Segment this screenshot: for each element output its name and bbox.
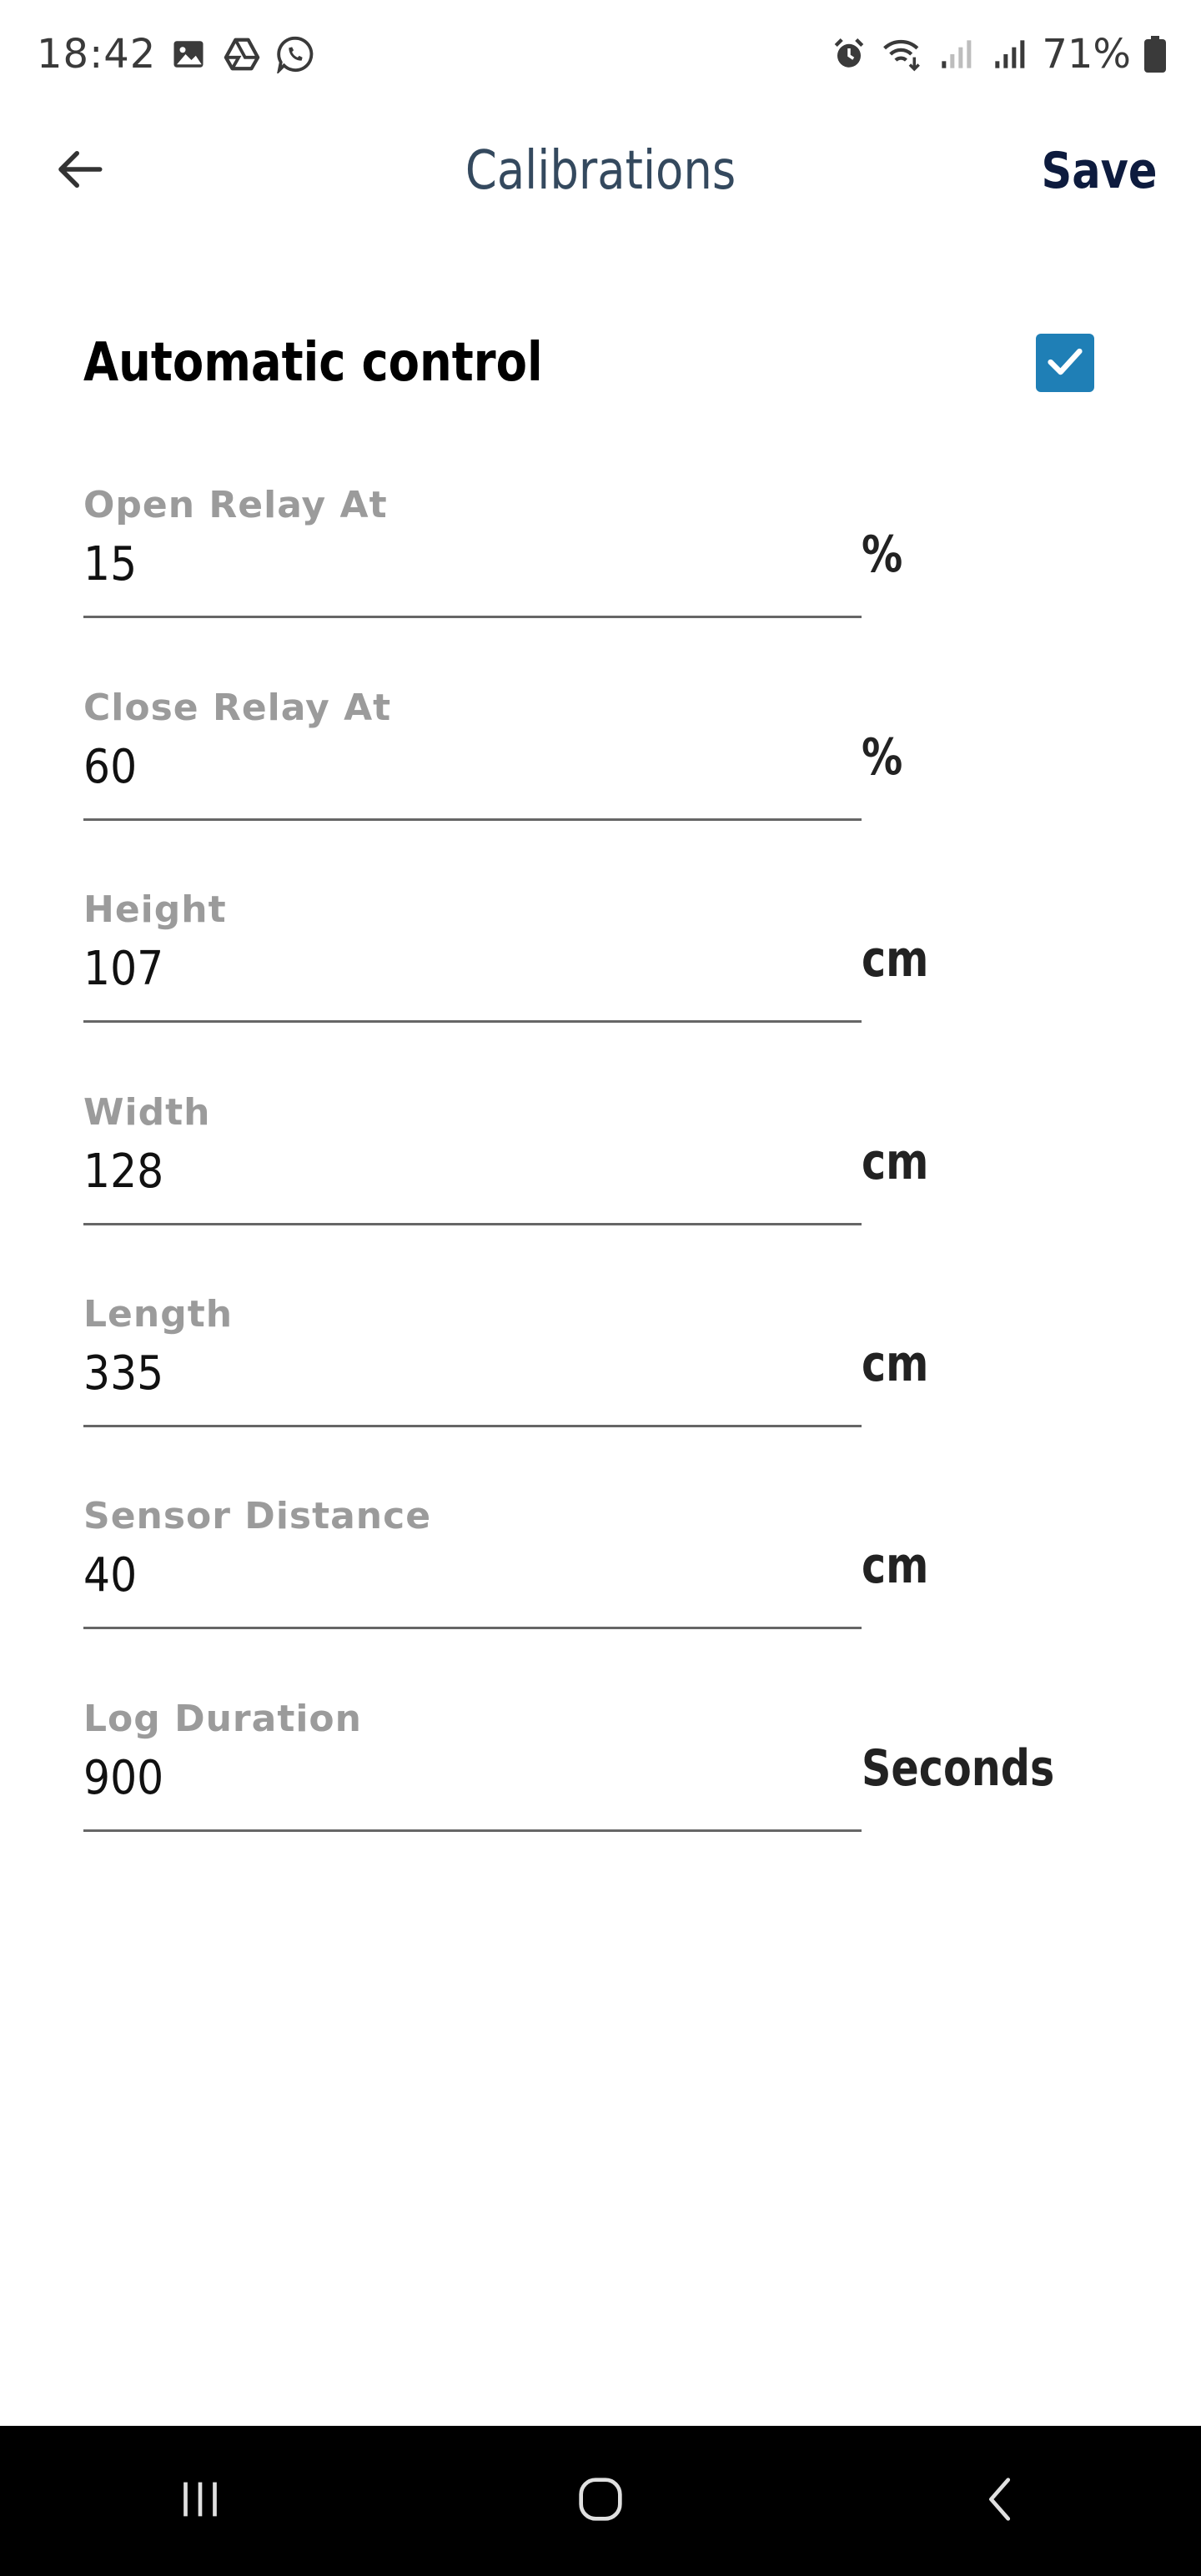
log-duration-input[interactable]: 900 xyxy=(83,1751,163,1805)
whatsapp-icon xyxy=(274,33,316,75)
battery-percent: 71% xyxy=(1042,31,1131,78)
status-right: 71% xyxy=(828,31,1168,78)
field-underline xyxy=(83,818,862,821)
page-title: Calibrations xyxy=(465,140,736,202)
field-underline xyxy=(83,1425,862,1427)
gallery-icon xyxy=(168,33,209,75)
field-underline xyxy=(83,1829,862,1832)
field-label: Open Relay At xyxy=(83,484,388,526)
height-field: Height 107 cm xyxy=(83,888,1034,1055)
signal-icon xyxy=(988,33,1030,75)
field-unit: cm xyxy=(862,1335,929,1393)
open-relay-field: Open Relay At 15 % xyxy=(83,484,1034,651)
signal-weak-icon xyxy=(935,33,977,75)
field-label: Close Relay At xyxy=(83,687,392,729)
save-button[interactable]: Save xyxy=(1042,142,1158,200)
calibrations-screen: 18:42 71% Calibrations Save Automatic co… xyxy=(0,0,1201,2576)
width-input[interactable]: 128 xyxy=(83,1145,163,1199)
battery-icon xyxy=(1143,33,1168,75)
field-unit: % xyxy=(862,526,903,584)
field-label: Log Duration xyxy=(83,1698,362,1740)
field-underline xyxy=(83,1223,862,1225)
recent-apps-icon xyxy=(171,2470,229,2533)
close-relay-input[interactable]: 60 xyxy=(83,740,137,794)
alarm-icon xyxy=(828,33,870,75)
home-button[interactable] xyxy=(550,2451,651,2551)
field-unit: Seconds xyxy=(862,1739,1055,1798)
field-underline xyxy=(83,1020,862,1023)
home-icon xyxy=(571,2470,630,2533)
nav-back-button[interactable] xyxy=(951,2451,1051,2551)
recent-apps-button[interactable] xyxy=(150,2451,250,2551)
length-input[interactable]: 335 xyxy=(83,1346,163,1401)
field-label: Length xyxy=(83,1293,234,1336)
field-underline xyxy=(83,616,862,618)
field-label: Height xyxy=(83,888,227,931)
automatic-control-checkbox[interactable] xyxy=(1036,334,1094,392)
field-label: Sensor Distance xyxy=(83,1495,432,1537)
height-input[interactable]: 107 xyxy=(83,942,163,996)
log-duration-field: Log Duration 900 Seconds xyxy=(83,1698,1054,1864)
status-left: 18:42 xyxy=(37,31,316,78)
app-bar: Calibrations Save xyxy=(0,125,1201,217)
drive-icon xyxy=(221,33,263,75)
sensor-distance-field: Sensor Distance 40 cm xyxy=(83,1495,1034,1662)
sensor-distance-input[interactable]: 40 xyxy=(83,1548,137,1602)
open-relay-input[interactable]: 15 xyxy=(83,537,137,591)
automatic-control-row[interactable]: Automatic control xyxy=(83,325,1094,400)
field-unit: % xyxy=(862,728,903,787)
width-field: Width 128 cm xyxy=(83,1091,1034,1258)
field-unit: cm xyxy=(862,930,929,989)
checkmark-icon xyxy=(1043,340,1087,387)
status-bar: 18:42 71% xyxy=(0,0,1201,108)
automatic-control-label: Automatic control xyxy=(83,332,543,394)
field-unit: cm xyxy=(862,1537,929,1595)
length-field: Length 335 cm xyxy=(83,1293,1034,1460)
wifi-icon xyxy=(882,33,923,75)
field-underline xyxy=(83,1627,862,1629)
back-icon xyxy=(972,2470,1030,2533)
system-nav-bar xyxy=(0,2426,1201,2576)
field-unit: cm xyxy=(862,1133,929,1191)
field-label: Width xyxy=(83,1091,211,1134)
status-time: 18:42 xyxy=(37,31,157,78)
close-relay-field: Close Relay At 60 % xyxy=(83,687,1034,853)
